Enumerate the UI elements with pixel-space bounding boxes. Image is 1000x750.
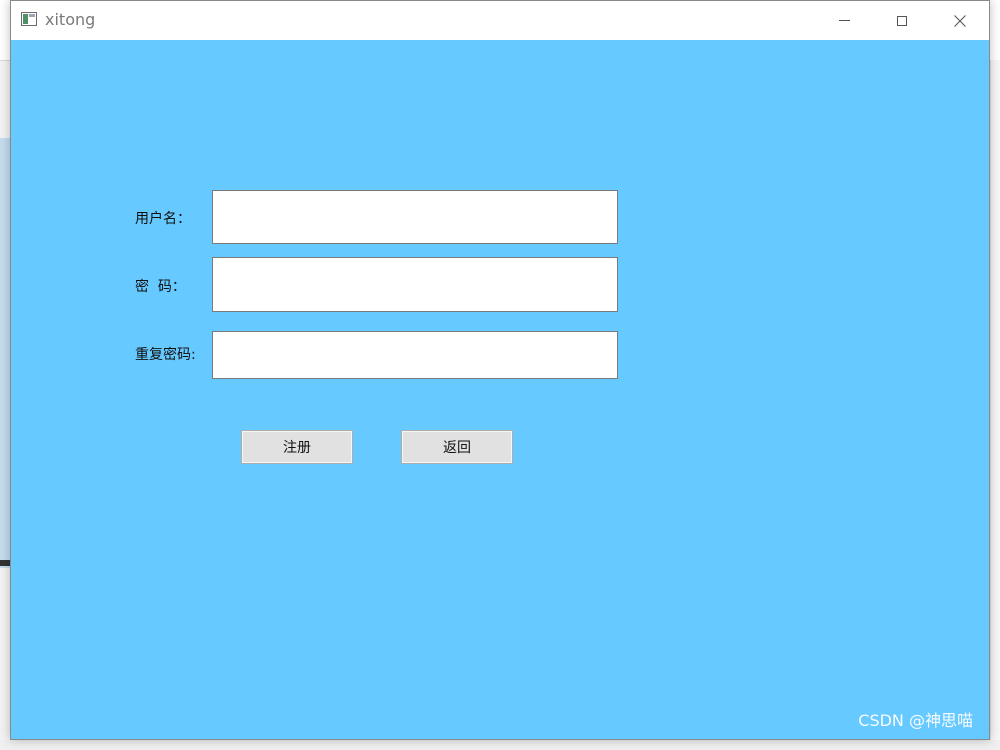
- minimize-button[interactable]: [815, 1, 873, 40]
- username-label: 用户名：: [135, 211, 191, 227]
- close-button[interactable]: [931, 1, 989, 40]
- register-window: xitong 用户名： 密 码： 重复密码: 注册 返回 CSDN @神思喵: [10, 0, 990, 740]
- register-button[interactable]: 注册: [241, 430, 353, 464]
- window-title: xitong: [45, 10, 96, 29]
- username-input[interactable]: [212, 190, 618, 244]
- repeat-password-label: 重复密码:: [135, 347, 196, 363]
- background-bottom-bar: [0, 740, 1000, 750]
- close-icon: [954, 14, 966, 27]
- maximize-button[interactable]: [873, 1, 931, 40]
- repeat-password-input[interactable]: [212, 331, 618, 379]
- back-button[interactable]: 返回: [401, 430, 513, 464]
- maximize-icon: [897, 15, 907, 26]
- password-label: 密 码：: [135, 279, 186, 295]
- minimize-icon: [838, 20, 850, 21]
- form-panel: 用户名： 密 码： 重复密码: 注册 返回 CSDN @神思喵: [11, 40, 989, 739]
- background-right-panel: [990, 60, 1000, 750]
- password-input[interactable]: [212, 257, 618, 312]
- csdn-watermark: CSDN @神思喵: [858, 711, 973, 730]
- title-bar[interactable]: xitong: [11, 1, 989, 40]
- app-window-icon: [21, 12, 37, 26]
